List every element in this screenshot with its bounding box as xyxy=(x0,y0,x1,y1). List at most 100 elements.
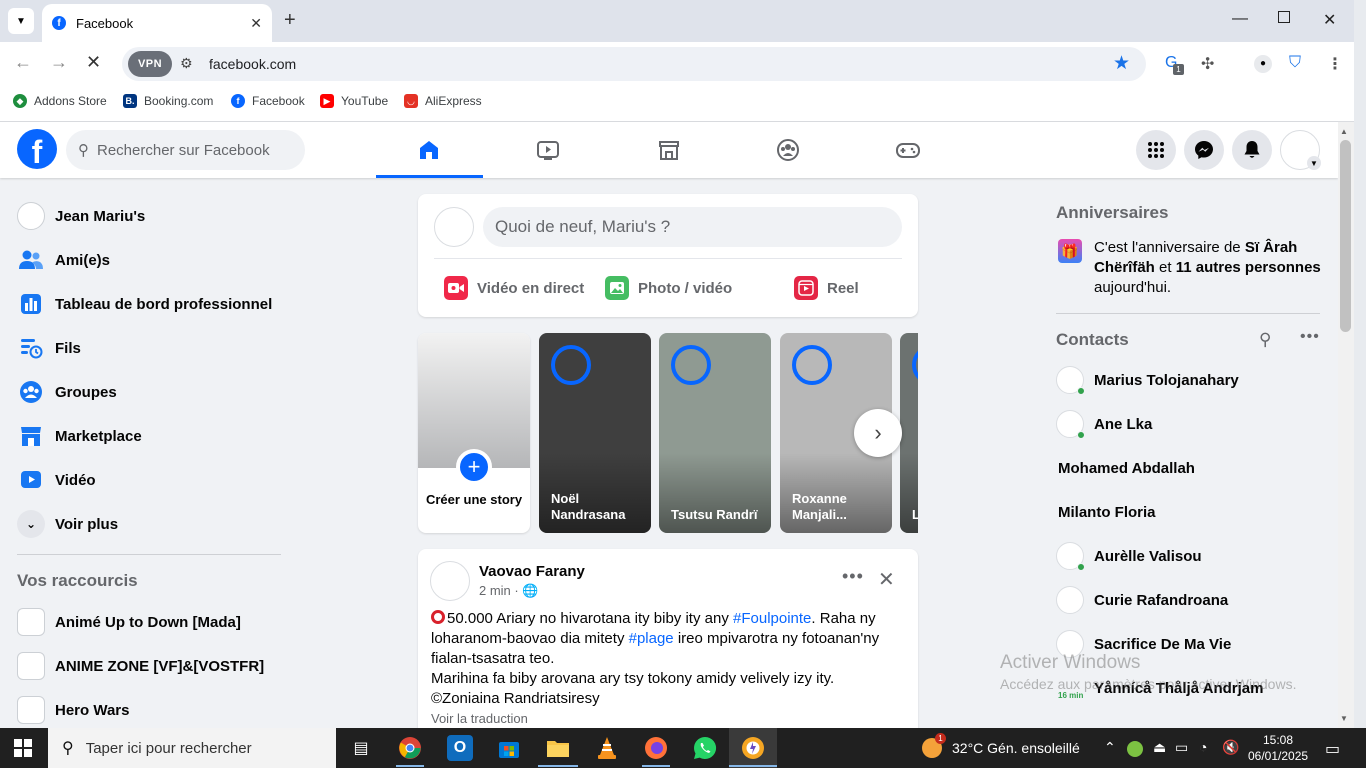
weather-widget[interactable]: 1 32°C Gén. ensoleillé xyxy=(922,733,1080,758)
file-explorer-icon[interactable] xyxy=(545,735,571,761)
firefox-icon[interactable] xyxy=(643,735,669,761)
sidebar-item-dashboard[interactable]: Tableau de bord professionnel xyxy=(17,284,287,324)
bookmark-aliexpress[interactable]: ◡ AliExpress xyxy=(404,94,482,108)
shield-icon[interactable]: ⛉ xyxy=(1289,54,1301,72)
contact-item[interactable]: Mohamed Abdallah xyxy=(1058,450,1328,486)
site-settings-icon[interactable]: ⚙ xyxy=(180,55,193,72)
story-card[interactable]: Noël Nandrasana xyxy=(539,333,651,533)
contact-item[interactable]: Milanto Floria xyxy=(1058,494,1328,530)
facebook-search-input[interactable]: ⚲ Rechercher sur Facebook xyxy=(66,130,305,170)
stories-next-button[interactable]: › xyxy=(854,409,902,457)
composer-avatar[interactable] xyxy=(434,207,474,247)
sidebar-item-profile[interactable]: Jean Mariu's xyxy=(17,196,287,236)
battery-icon[interactable]: ▭ xyxy=(1175,739,1188,756)
sidebar-item-friends[interactable]: Ami(e)s xyxy=(17,240,287,280)
nav-groups-icon[interactable] xyxy=(773,135,803,165)
tab-search-button[interactable]: ▼ xyxy=(8,8,34,34)
scrollbar-thumb[interactable] xyxy=(1340,140,1351,332)
messenger-icon[interactable] xyxy=(1184,130,1224,170)
whatsapp-icon[interactable] xyxy=(692,735,718,761)
photo-video-button[interactable]: Photo / vidéo xyxy=(605,274,732,302)
notifications-bell-icon[interactable] xyxy=(1232,130,1272,170)
taskbar-search[interactable]: ⚲ Taper ici pour rechercher xyxy=(48,728,336,768)
sidebar-item-feeds[interactable]: Fils xyxy=(17,328,287,368)
menu-grid-icon[interactable] xyxy=(1136,130,1176,170)
scroll-up-icon[interactable]: ▲ xyxy=(1340,127,1348,136)
story-card[interactable]: L A xyxy=(900,333,918,533)
birthday-text: et xyxy=(1154,259,1176,276)
chevron-down-icon[interactable]: ▼ xyxy=(1307,156,1321,170)
nav-home-icon[interactable] xyxy=(414,135,444,165)
volume-muted-icon[interactable]: 🔇 xyxy=(1222,739,1239,756)
sidebar-item-see-more[interactable]: ⌄ Voir plus xyxy=(17,504,287,544)
close-tab-icon[interactable]: ✕ xyxy=(250,15,262,32)
windows-start-icon[interactable] xyxy=(14,739,32,757)
window-close-icon[interactable]: ✕ xyxy=(1323,10,1336,30)
contacts-options-icon[interactable]: ••• xyxy=(1300,328,1320,346)
contact-item[interactable]: Ane Lka xyxy=(1056,406,1326,442)
bookmark-addons-store[interactable]: ◆ Addons Store xyxy=(13,94,107,108)
microsoft-store-icon[interactable] xyxy=(496,735,522,761)
bookmark-youtube[interactable]: ▶ YouTube xyxy=(320,94,388,108)
more-options-icon[interactable]: ••• xyxy=(842,566,864,587)
back-arrow-icon[interactable]: ← xyxy=(14,52,32,73)
bookmark-facebook[interactable]: f Facebook xyxy=(231,94,305,108)
sidebar-item-video[interactable]: Vidéo xyxy=(17,460,287,500)
hide-post-icon[interactable]: ✕ xyxy=(878,567,895,592)
live-video-button[interactable]: Vidéo en direct xyxy=(444,274,584,302)
see-translation-link[interactable]: Voir la traduction xyxy=(431,711,528,726)
wifi-icon[interactable]: ◔ xyxy=(1199,739,1207,755)
bookmark-booking[interactable]: B. Booking.com xyxy=(123,94,213,108)
sidebar-item-label: Ami(e)s xyxy=(55,251,111,269)
task-view-icon[interactable]: ▤ xyxy=(348,735,374,761)
usb-device-icon[interactable]: ⏏ xyxy=(1153,739,1166,756)
puzzle-extensions-icon[interactable]: ✣ xyxy=(1201,54,1214,74)
sidebar-item-marketplace[interactable]: Marketplace xyxy=(17,416,287,456)
vlc-icon[interactable] xyxy=(594,735,620,761)
nav-video-icon[interactable] xyxy=(533,135,563,165)
reel-icon xyxy=(794,276,818,300)
contact-item[interactable]: Curie Rafandroana xyxy=(1056,582,1326,618)
reel-button[interactable]: Reel xyxy=(794,274,859,302)
post-author-avatar[interactable] xyxy=(430,561,470,601)
bookmark-star-icon[interactable]: ★ xyxy=(1113,52,1130,75)
shortcut-item[interactable]: Animé Up to Down [Mada] xyxy=(17,602,287,642)
chrome-icon[interactable] xyxy=(397,735,423,761)
contact-item[interactable]: Marius Tolojanahary xyxy=(1056,362,1326,398)
minimize-icon[interactable]: — xyxy=(1232,10,1248,28)
new-tab-button[interactable]: + xyxy=(284,9,296,32)
facebook-logo-icon[interactable]: f xyxy=(17,129,57,169)
hashtag-link[interactable]: #plage xyxy=(629,630,674,647)
scroll-down-icon[interactable]: ▼ xyxy=(1340,714,1348,723)
hashtag-link[interactable]: #Foulpointe xyxy=(733,610,811,627)
post-timestamp[interactable]: 2 min · 🌐 xyxy=(479,583,539,599)
notification-center-icon[interactable]: ▭ xyxy=(1325,739,1340,759)
dashboard-icon xyxy=(17,290,45,318)
composer-input[interactable]: Quoi de neuf, Mariu's ? xyxy=(483,207,902,247)
url-text[interactable]: facebook.com xyxy=(209,56,296,72)
browser-tab-facebook[interactable]: f Facebook ✕ xyxy=(42,4,272,42)
profile-icon[interactable]: ● xyxy=(1254,55,1272,73)
menu-dots-icon[interactable]: ⋮ xyxy=(1327,54,1343,74)
shortcut-item[interactable]: Hero Wars xyxy=(17,690,287,730)
system-clock[interactable]: 15:08 06/01/2025 xyxy=(1248,732,1308,764)
chevron-up-icon[interactable]: ⌃ xyxy=(1104,739,1116,756)
birthday-notice[interactable]: C'est l'anniversaire de Sï Ârah Chërîfäh… xyxy=(1094,238,1324,298)
browser-app-icon[interactable] xyxy=(740,735,766,761)
nav-gaming-icon[interactable] xyxy=(893,135,923,165)
shortcut-item[interactable]: ANIME ZONE [VF]&[VOSTFR] xyxy=(17,646,287,686)
tray-app-icon[interactable] xyxy=(1127,741,1143,757)
contact-name: Ane Lka xyxy=(1094,415,1153,433)
contacts-search-icon[interactable]: ⚲ xyxy=(1259,330,1271,350)
outlook-icon[interactable]: O xyxy=(447,735,473,761)
stop-loading-icon[interactable]: ✕ xyxy=(86,52,101,73)
maximize-icon[interactable] xyxy=(1278,11,1290,23)
sidebar-item-groups[interactable]: Groupes xyxy=(17,372,287,412)
nav-marketplace-icon[interactable] xyxy=(654,135,684,165)
post-author[interactable]: Vaovao Farany xyxy=(479,563,585,580)
create-story-card[interactable]: + Créer une story xyxy=(418,333,530,533)
contact-item[interactable]: Aurèlle Valisou xyxy=(1056,538,1326,574)
forward-arrow-icon[interactable]: → xyxy=(50,52,68,73)
story-card[interactable]: Tsutsu Randrï xyxy=(659,333,771,533)
vpn-button[interactable]: VPN xyxy=(128,51,172,77)
